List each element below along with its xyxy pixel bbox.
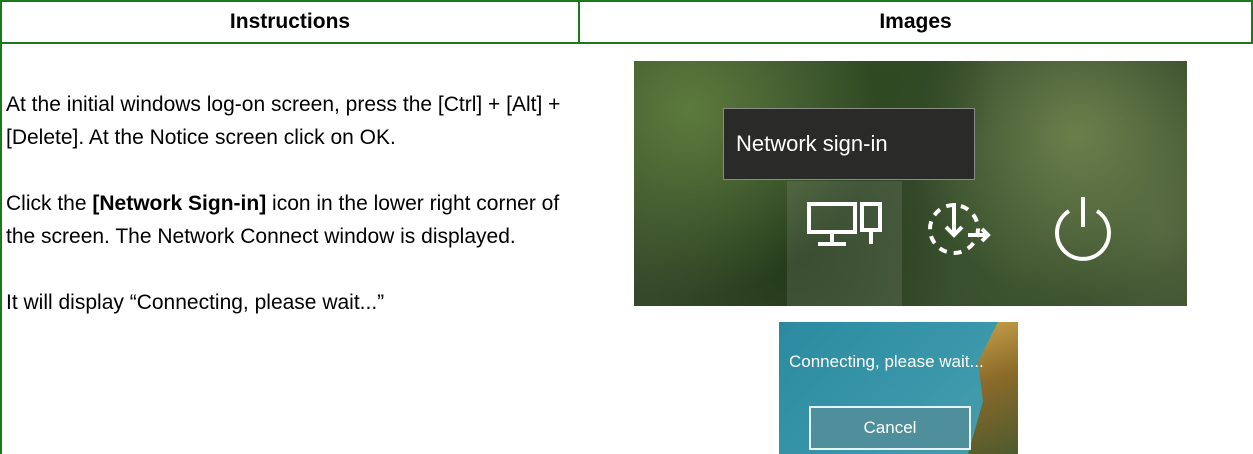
instruction-step-2-prefix: Click the xyxy=(6,192,93,215)
header-instructions: Instructions xyxy=(229,10,351,33)
instructions-text: At the initial windows log-on screen, pr… xyxy=(6,88,574,352)
connecting-dialog-screenshot: Connecting, please wait... Cancel xyxy=(779,322,1018,454)
connecting-message: Connecting, please wait... xyxy=(789,352,984,371)
background-rock xyxy=(968,322,1018,454)
header-bottom-border xyxy=(0,42,1253,44)
instruction-step-1: At the initial windows log-on screen, pr… xyxy=(6,93,561,149)
network-sign-in-tooltip: Network sign-in xyxy=(723,108,975,180)
header-images: Images xyxy=(879,10,952,33)
power-icon[interactable] xyxy=(1047,191,1119,263)
table-left-border xyxy=(0,0,2,454)
instruction-step-2: Click the [Network Sign-in] icon in the … xyxy=(6,187,574,253)
lock-screen-screenshot: Network sign-in xyxy=(634,61,1187,306)
instruction-step-3: It will display “Connecting, please wait… xyxy=(6,291,385,314)
network-sign-in-reference: [Network Sign-in] xyxy=(92,192,267,215)
instructions-table: Instructions Images At the initial windo… xyxy=(0,0,1253,454)
network-sign-in-icon[interactable] xyxy=(806,198,886,250)
accessibility-icon[interactable] xyxy=(924,191,996,263)
cancel-button[interactable]: Cancel xyxy=(809,406,971,450)
